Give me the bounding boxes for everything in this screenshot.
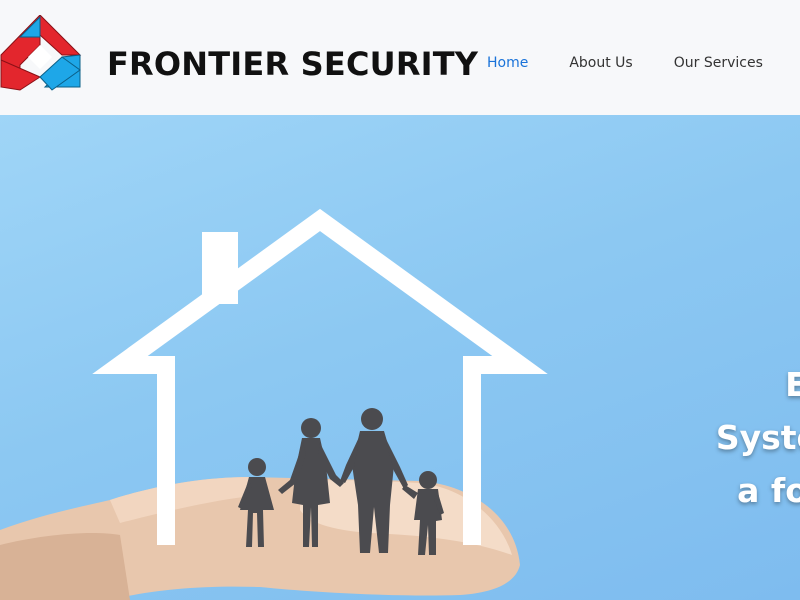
tagline-line-2: Systems an — [715, 418, 800, 457]
tagline-line-3: a former P — [737, 471, 800, 510]
nav-item-our-services[interactable]: Our Services — [674, 52, 763, 74]
diamond-arrows-logo-icon[interactable] — [0, 15, 82, 91]
site-header: FRONTIER SECURITY Home About Us Our Serv… — [0, 0, 800, 115]
brand-name[interactable]: FRONTIER SECURITY — [107, 44, 478, 84]
hero-banner: Effectiv Systems an a former P — [0, 115, 800, 600]
page: FRONTIER SECURITY Home About Us Our Serv… — [0, 0, 800, 600]
tagline-line-1: Effectiv — [785, 365, 800, 404]
main-nav: Home About Us Our Services C — [487, 52, 800, 74]
nav-item-home[interactable]: Home — [487, 52, 528, 74]
hero-tagline: Effectiv Systems an a former P — [560, 358, 800, 517]
nav-item-about-us[interactable]: About Us — [569, 52, 632, 74]
